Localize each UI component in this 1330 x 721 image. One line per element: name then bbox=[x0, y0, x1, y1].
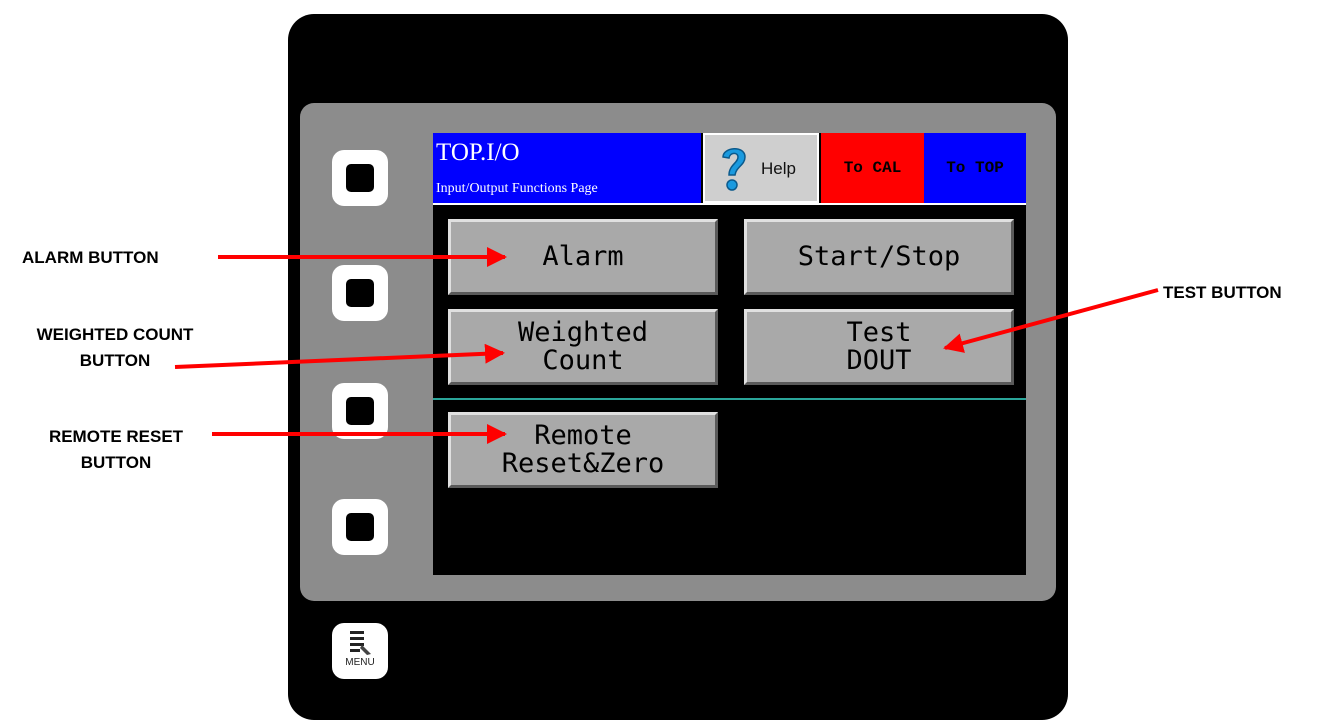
callout-arrows bbox=[174, 247, 1159, 444]
arrow-weighted-count bbox=[174, 343, 505, 369]
arrow-test bbox=[943, 288, 1159, 353]
